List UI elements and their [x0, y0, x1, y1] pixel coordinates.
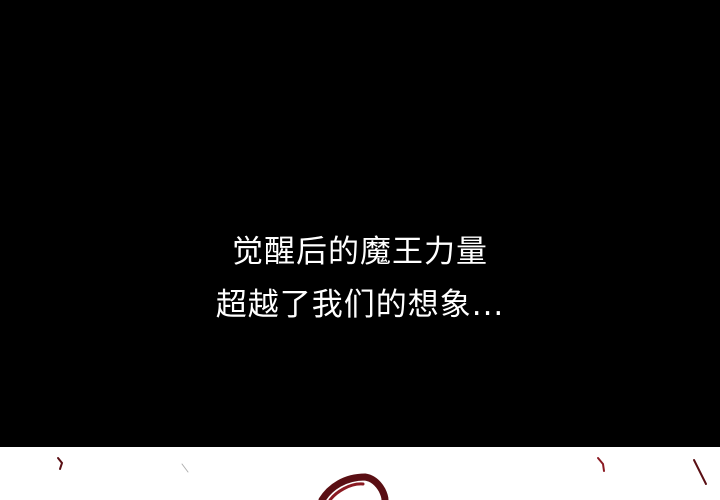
far-right-sketch-stroke [693, 459, 707, 485]
lower-art-panel [0, 447, 720, 500]
right-sketch-stroke [597, 457, 605, 472]
comic-page: 觉醒后的魔王力量 超越了我们的想象... [0, 0, 720, 500]
caption-line-2: 超越了我们的想象... [215, 287, 505, 323]
black-panel: 觉醒后的魔王力量 超越了我们的想象... [0, 0, 720, 447]
red-sketch-marks [57, 457, 707, 500]
faint-sketch-stroke [181, 463, 189, 473]
left-sketch-stroke [57, 457, 64, 470]
caption-line-1: 觉醒后的魔王力量 [232, 234, 488, 270]
caption-text: 觉醒后的魔王力量 超越了我们的想象... [0, 226, 720, 332]
